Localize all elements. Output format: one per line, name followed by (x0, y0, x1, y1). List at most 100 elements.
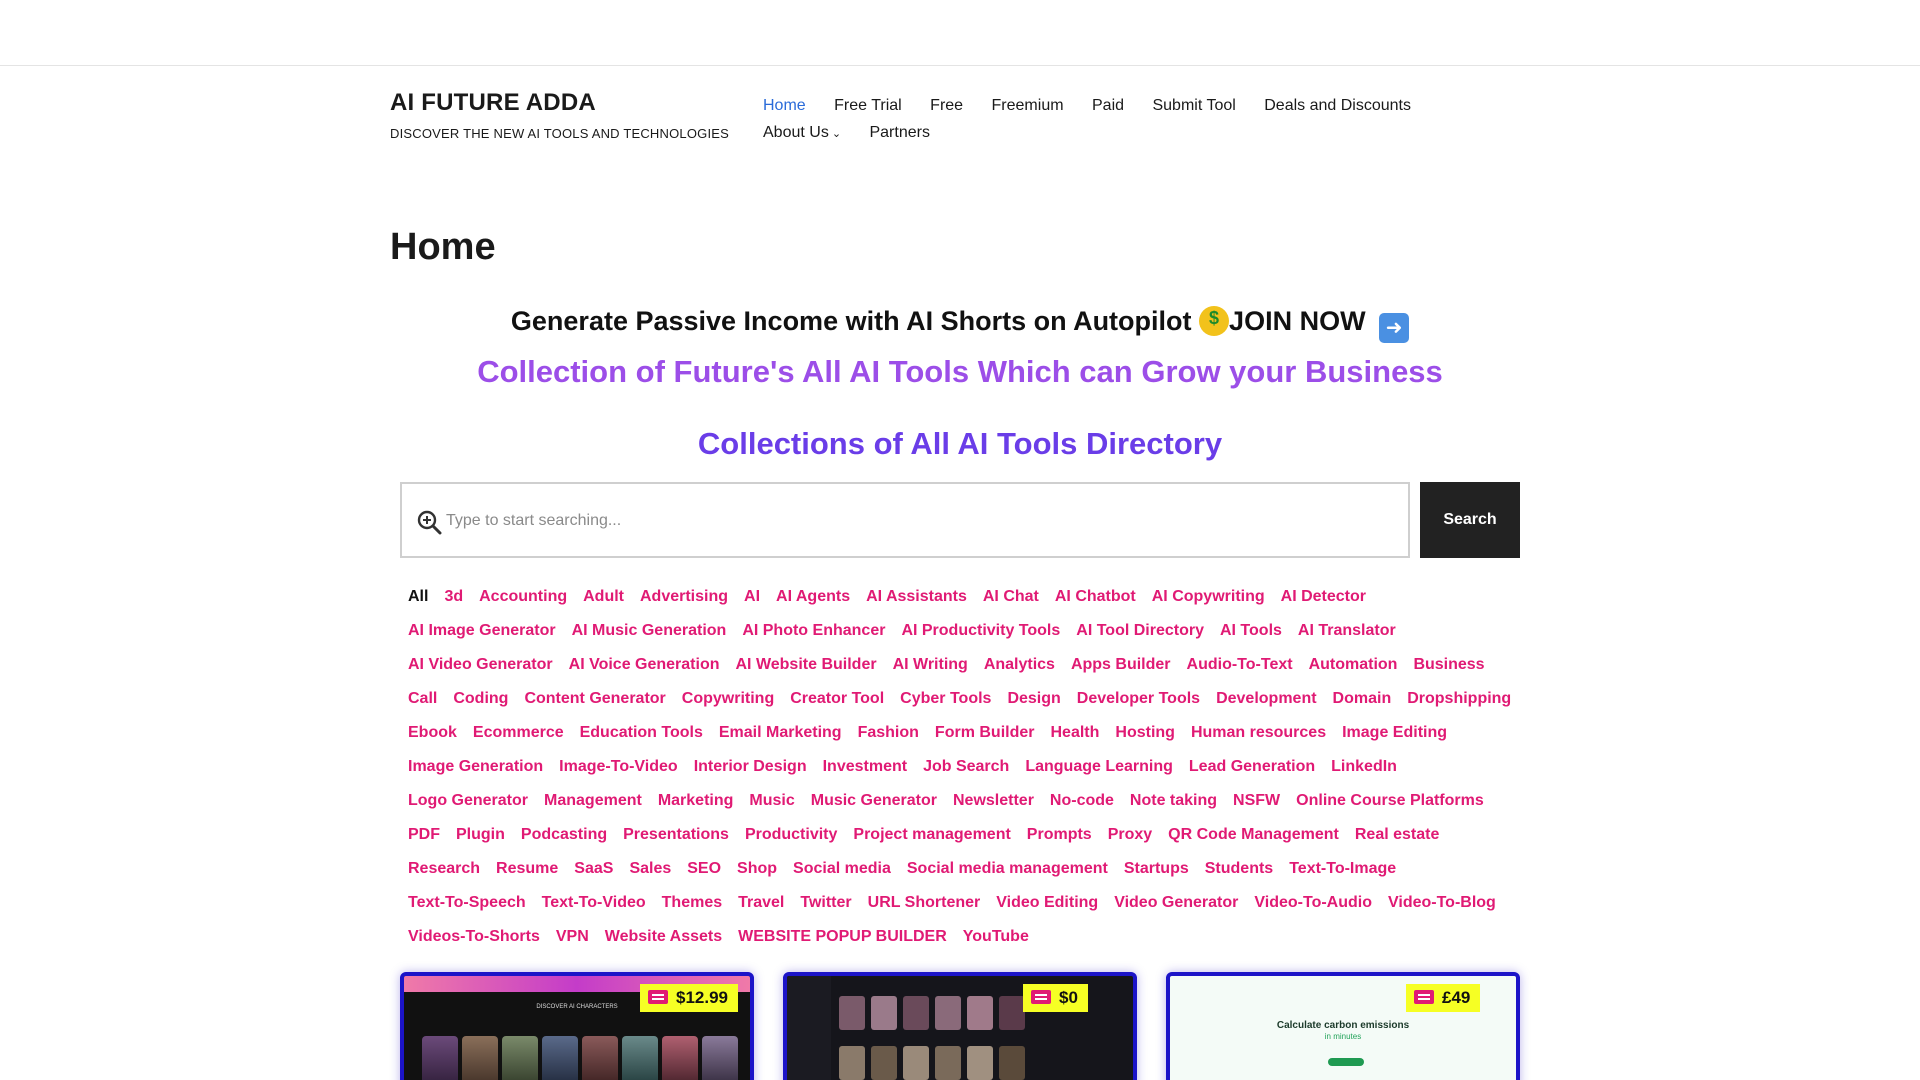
category-tag[interactable]: Plugin (456, 818, 505, 852)
category-tag[interactable]: Text-To-Video (542, 886, 646, 920)
category-tag[interactable]: Online Course Platforms (1296, 784, 1484, 818)
category-tag[interactable]: Creator Tool (790, 682, 884, 716)
category-tag[interactable]: Note taking (1130, 784, 1217, 818)
category-tag[interactable]: Video-To-Audio (1254, 886, 1372, 920)
category-tag[interactable]: AI Music Generation (572, 614, 727, 648)
category-tag[interactable]: AI Tool Directory (1076, 614, 1204, 648)
category-tag[interactable]: Website Assets (605, 920, 722, 954)
category-tag[interactable]: Copywriting (682, 682, 774, 716)
nav-submit-tool[interactable]: Submit Tool (1152, 92, 1235, 119)
category-tag[interactable]: LinkedIn (1331, 750, 1397, 784)
category-tag[interactable]: Human resources (1191, 716, 1326, 750)
category-tag[interactable]: Automation (1309, 648, 1398, 682)
category-tag[interactable]: Music (749, 784, 794, 818)
search-button[interactable]: Search (1420, 482, 1520, 558)
category-tag[interactable]: Video Generator (1114, 886, 1238, 920)
promo-cta[interactable]: JOIN NOW (1229, 306, 1366, 336)
category-tag[interactable]: Image Editing (1342, 716, 1447, 750)
category-tag[interactable]: Call (408, 682, 437, 716)
category-tag[interactable]: Fashion (858, 716, 919, 750)
category-tag[interactable]: SaaS (574, 852, 613, 886)
category-tag[interactable]: AI Image Generator (408, 614, 556, 648)
category-tag[interactable]: Cyber Tools (900, 682, 991, 716)
category-tag[interactable]: AI (744, 580, 760, 614)
category-tag[interactable]: AI Copywriting (1152, 580, 1265, 614)
category-tag[interactable]: Apps Builder (1071, 648, 1171, 682)
nav-about-us[interactable]: About Us ⌄ (763, 119, 841, 148)
category-tag[interactable]: Project management (853, 818, 1010, 852)
category-tag[interactable]: Research (408, 852, 480, 886)
category-tag[interactable]: Twitter (800, 886, 851, 920)
category-tag[interactable]: WEBSITE POPUP BUILDER (738, 920, 947, 954)
category-tag[interactable]: Travel (738, 886, 784, 920)
nav-deals-and-discounts[interactable]: Deals and Discounts (1264, 92, 1411, 119)
category-tag[interactable]: No-code (1050, 784, 1114, 818)
category-tag[interactable]: SEO (687, 852, 721, 886)
category-tag[interactable]: AI Productivity Tools (901, 614, 1060, 648)
category-tag[interactable]: Video-To-Blog (1388, 886, 1496, 920)
category-tag[interactable]: AI Tools (1220, 614, 1282, 648)
category-tag[interactable]: Design (1007, 682, 1060, 716)
category-tag[interactable]: Image Generation (408, 750, 543, 784)
category-tag[interactable]: Real estate (1355, 818, 1440, 852)
category-tag[interactable]: Management (544, 784, 642, 818)
category-tag[interactable]: AI Writing (893, 648, 968, 682)
category-tag[interactable]: Videos-To-Shorts (408, 920, 540, 954)
category-tag[interactable]: Productivity (745, 818, 837, 852)
category-tag[interactable]: Form Builder (935, 716, 1035, 750)
category-tag[interactable]: AI Website Builder (736, 648, 877, 682)
category-tag[interactable]: Investment (823, 750, 907, 784)
category-tag[interactable]: Hosting (1115, 716, 1175, 750)
category-tag[interactable]: Resume (496, 852, 558, 886)
category-tag[interactable]: NSFW (1233, 784, 1280, 818)
site-title[interactable]: AI FUTURE ADDA (390, 88, 729, 118)
promo-banner[interactable]: Generate Passive Income with AI Shorts o… (0, 306, 1920, 343)
category-tag[interactable]: Logo Generator (408, 784, 528, 818)
nav-free[interactable]: Free (930, 92, 963, 119)
category-tag[interactable]: AI Detector (1281, 580, 1366, 614)
category-tag[interactable]: Audio-To-Text (1187, 648, 1293, 682)
category-tag[interactable]: Themes (662, 886, 722, 920)
category-tag[interactable]: Advertising (640, 580, 728, 614)
category-tag[interactable]: Startups (1124, 852, 1189, 886)
category-tag[interactable]: Image-To-Video (559, 750, 678, 784)
tool-card[interactable]: DISCOVER AI CHARACTERS $12.99 (400, 972, 754, 1080)
category-tag[interactable]: Domain (1333, 682, 1392, 716)
tool-card[interactable]: $0 (783, 972, 1137, 1080)
category-tag[interactable]: Job Search (923, 750, 1009, 784)
category-tag[interactable]: Music Generator (811, 784, 937, 818)
category-tag[interactable]: Video Editing (996, 886, 1098, 920)
category-tag[interactable]: Proxy (1108, 818, 1152, 852)
category-tag[interactable]: All (408, 580, 428, 614)
category-tag[interactable]: Ecommerce (473, 716, 564, 750)
category-tag[interactable]: Coding (453, 682, 508, 716)
category-tag[interactable]: URL Shortener (868, 886, 981, 920)
tool-card[interactable]: Calculate carbon emissions in minutes £4… (1166, 972, 1520, 1080)
category-tag[interactable]: VPN (556, 920, 589, 954)
category-tag[interactable]: QR Code Management (1168, 818, 1339, 852)
category-tag[interactable]: AI Assistants (866, 580, 967, 614)
category-tag[interactable]: Lead Generation (1189, 750, 1315, 784)
category-tag[interactable]: Accounting (479, 580, 567, 614)
category-tag[interactable]: Social media management (907, 852, 1108, 886)
category-tag[interactable]: Podcasting (521, 818, 607, 852)
search-input[interactable] (446, 504, 1386, 538)
category-tag[interactable]: 3d (444, 580, 463, 614)
nav-home[interactable]: Home (763, 92, 806, 119)
category-tag[interactable]: Social media (793, 852, 891, 886)
category-tag[interactable]: Text-To-Speech (408, 886, 526, 920)
category-tag[interactable]: Health (1050, 716, 1099, 750)
category-tag[interactable]: Students (1205, 852, 1273, 886)
category-tag[interactable]: Sales (629, 852, 671, 886)
category-tag[interactable]: AI Agents (776, 580, 850, 614)
category-tag[interactable]: Business (1413, 648, 1484, 682)
category-tag[interactable]: Marketing (658, 784, 734, 818)
category-tag[interactable]: Text-To-Image (1289, 852, 1396, 886)
category-tag[interactable]: AI Voice Generation (569, 648, 720, 682)
category-tag[interactable]: AI Video Generator (408, 648, 553, 682)
category-tag[interactable]: AI Translator (1298, 614, 1396, 648)
category-tag[interactable]: Dropshipping (1407, 682, 1511, 716)
category-tag[interactable]: Language Learning (1025, 750, 1173, 784)
nav-paid[interactable]: Paid (1092, 92, 1124, 119)
category-tag[interactable]: Education Tools (580, 716, 703, 750)
